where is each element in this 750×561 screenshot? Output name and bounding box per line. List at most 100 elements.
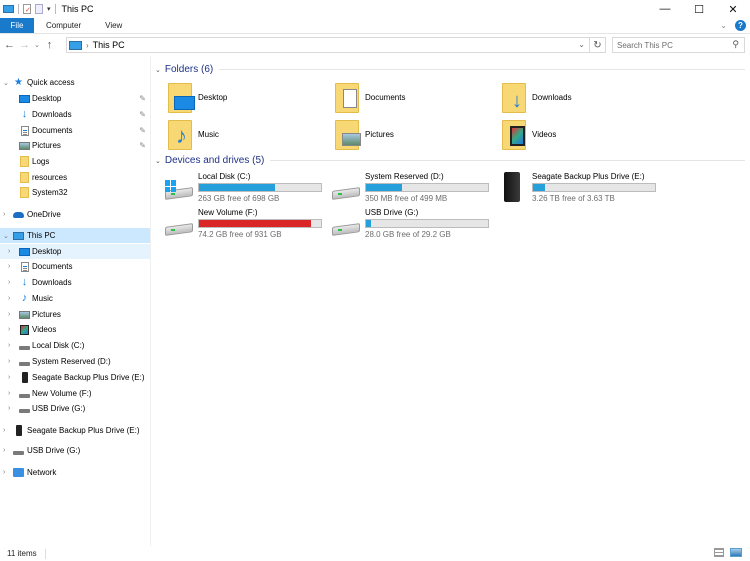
expand-arrow-icon[interactable]: › (8, 295, 10, 302)
up-button[interactable]: ↑ (42, 39, 57, 51)
drive-tile[interactable]: System Reserved (D:) 350 MB free of 499 M… (332, 172, 497, 206)
tab-view[interactable]: View (93, 18, 134, 33)
expand-arrow-icon[interactable]: › (3, 447, 5, 454)
expand-arrow-icon[interactable]: › (8, 390, 10, 397)
expand-arrow-icon[interactable]: › (8, 342, 10, 349)
nav-item-label: USB Drive (G:) (27, 446, 81, 455)
drive-free-space: 74.2 GB free of 931 GB (198, 230, 282, 239)
nav-item-onedrive[interactable]: › OneDrive (0, 207, 150, 222)
drive-tile[interactable]: USB Drive (G:) 28.0 GB free of 29.2 GB (332, 208, 497, 242)
minimize-button[interactable]: — (648, 0, 682, 18)
nav-item-usb-drive-g[interactable]: › USB Drive (G:) (0, 401, 150, 416)
folder-tile-desktop[interactable]: Desktop (168, 83, 328, 117)
nav-item-downloads[interactable]: ↓ Downloads ✎ (0, 107, 150, 122)
maximize-button[interactable]: ☐ (682, 0, 716, 18)
expand-arrow-icon[interactable]: › (8, 279, 10, 286)
collapse-arrow-icon[interactable]: ⌄ (3, 79, 9, 87)
tab-computer[interactable]: Computer (34, 18, 93, 33)
breadcrumb-this-pc[interactable]: This PC (93, 40, 125, 50)
nav-item-system32[interactable]: System32 (0, 185, 150, 200)
nav-item-label: Desktop (32, 94, 62, 103)
close-button[interactable]: ✕ (716, 0, 750, 18)
help-icon[interactable]: ? (735, 20, 746, 31)
pin-icon[interactable]: ✎ (139, 110, 146, 119)
expand-arrow-icon[interactable]: › (8, 374, 10, 381)
collapse-chevron-icon[interactable]: ⌄ (155, 157, 161, 165)
nav-item-pictures[interactable]: › Pictures (0, 307, 150, 322)
refresh-button[interactable]: ↻ (590, 37, 606, 53)
file-explorer-window: ✓ ▾ This PC — ☐ ✕ File Computer View ⌄ ?… (0, 0, 750, 561)
address-dropdown-icon[interactable]: ⌄ (578, 40, 585, 49)
drive-tile[interactable]: New Volume (F:) 74.2 GB free of 931 GB (165, 208, 330, 242)
nav-item-music[interactable]: › ♪ Music (0, 291, 150, 306)
folder-tile-videos[interactable]: Videos (502, 120, 662, 154)
ribbon-tabs: File Computer View ⌄ ? (0, 18, 750, 34)
nav-item-documents[interactable]: Documents ✎ (0, 123, 150, 138)
nav-item-local-disk-c[interactable]: › Local Disk (C:) (0, 338, 150, 353)
folder-name: Videos (532, 130, 557, 139)
forward-button[interactable]: → (17, 39, 32, 51)
tab-file[interactable]: File (0, 18, 34, 33)
expand-arrow-icon[interactable]: › (8, 263, 10, 270)
star-icon: ★ (14, 77, 23, 88)
folder-tile-music[interactable]: ♪ Music (168, 120, 328, 154)
drive-tile[interactable]: Local Disk (C:) 263 GB free of 698 GB (165, 172, 330, 206)
nav-item-usb-drive-g[interactable]: › USB Drive (G:) (0, 443, 150, 458)
nav-item-quick-access[interactable]: ⌄ ★ Quick access (0, 75, 150, 90)
expand-arrow-icon[interactable]: › (8, 405, 10, 412)
pane-divider[interactable] (150, 56, 151, 546)
collapse-chevron-icon[interactable]: ⌄ (155, 66, 161, 74)
expand-arrow-icon[interactable]: › (8, 311, 10, 318)
nav-item-label: USB Drive (G:) (32, 404, 86, 413)
drive-tile[interactable]: Seagate Backup Plus Drive (E:) 3.26 TB fr… (499, 172, 664, 206)
drive-icon (19, 356, 30, 367)
nav-item-label: System Reserved (D:) (32, 357, 111, 366)
nav-item-seagate-backup-plus-drive-e[interactable]: › Seagate Backup Plus Drive (E:) (0, 370, 150, 385)
drive-name: New Volume (F:) (198, 208, 258, 217)
large-icons-view-icon[interactable] (730, 548, 742, 557)
details-view-icon[interactable] (714, 548, 724, 557)
nav-item-system-reserved-d[interactable]: › System Reserved (D:) (0, 354, 150, 369)
pin-icon[interactable]: ✎ (139, 126, 146, 135)
nav-item-documents[interactable]: › Documents (0, 259, 150, 274)
expand-ribbon-icon[interactable]: ⌄ (720, 21, 727, 30)
new-folder-icon[interactable] (35, 4, 43, 14)
folders-group-header[interactable]: ⌄ Folders (6) (155, 64, 745, 75)
nav-item-pictures[interactable]: Pictures ✎ (0, 138, 150, 153)
nav-item-network[interactable]: › Network (0, 465, 150, 480)
nav-item-this-pc[interactable]: ⌄ This PC (0, 228, 150, 243)
search-input[interactable]: Search This PC ⚲ (612, 37, 745, 53)
downloads-icon: ↓ (21, 108, 28, 120)
folder-tile-pictures[interactable]: Pictures (335, 120, 495, 154)
collapse-arrow-icon[interactable]: ⌄ (3, 232, 9, 240)
nav-item-desktop[interactable]: Desktop ✎ (0, 91, 150, 106)
expand-arrow-icon[interactable]: › (3, 427, 5, 434)
expand-arrow-icon[interactable]: › (8, 248, 10, 255)
nav-item-logs[interactable]: Logs (0, 154, 150, 169)
pin-icon[interactable]: ✎ (139, 94, 146, 103)
expand-arrow-icon[interactable]: › (8, 358, 10, 365)
nav-item-downloads[interactable]: › ↓ Downloads (0, 275, 150, 290)
nav-item-resources[interactable]: resources (0, 170, 150, 185)
pin-icon[interactable]: ✎ (139, 141, 146, 150)
address-bar[interactable]: › This PC ⌄ (66, 37, 590, 53)
expand-arrow-icon[interactable]: › (3, 469, 5, 476)
recent-locations-button[interactable]: ⌄ (32, 41, 42, 49)
back-button[interactable]: ← (2, 39, 17, 51)
folder-tile-downloads[interactable]: ↓ Downloads (502, 83, 662, 117)
customize-toolbar-icon[interactable]: ▾ (47, 5, 51, 13)
nav-item-videos[interactable]: › Videos (0, 322, 150, 337)
expand-arrow-icon[interactable]: › (8, 326, 10, 333)
folder-tile-documents[interactable]: Documents (335, 83, 495, 117)
search-icon[interactable]: ⚲ (732, 39, 739, 50)
navigation-pane[interactable]: ⌄ ★ Quick access Desktop ✎ ↓ Downloads ✎ Documen… (0, 66, 150, 546)
window-title: This PC (61, 4, 94, 14)
this-pc-icon (69, 40, 82, 50)
nav-item-new-volume-f[interactable]: › New Volume (F:) (0, 386, 150, 401)
nav-item-seagate-backup-plus-drive-e[interactable]: › Seagate Backup Plus Drive (E:) (0, 423, 150, 438)
properties-icon[interactable]: ✓ (23, 4, 31, 14)
drives-group-header[interactable]: ⌄ Devices and drives (5) (155, 155, 745, 166)
nav-item-desktop[interactable]: › Desktop (0, 244, 150, 259)
expand-arrow-icon[interactable]: › (3, 211, 5, 218)
drive-icon (19, 340, 30, 351)
